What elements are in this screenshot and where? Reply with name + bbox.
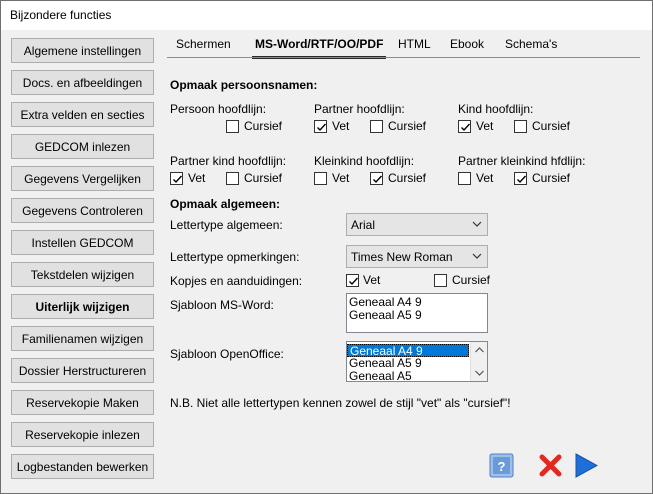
window-title: Bijzondere functies: [10, 8, 112, 22]
nav-button-gegevens-controleren[interactable]: Gegevens Controleren: [11, 198, 154, 223]
list-item[interactable]: Geneaal A5: [347, 370, 487, 382]
tab-divider: [167, 57, 640, 58]
checkbox-partner-cursief[interactable]: [370, 120, 383, 133]
checkbox-kleinkind-cursief[interactable]: [370, 172, 383, 185]
checkbox-label-cursief: Cursief: [244, 119, 283, 133]
select-font-general[interactable]: Arial: [346, 213, 488, 236]
checkbox-headings-vet[interactable]: [346, 274, 359, 287]
chevron-down-icon: [472, 253, 482, 259]
scrollbar[interactable]: [470, 342, 487, 381]
checkbox-label-cursief: Cursief: [244, 171, 283, 185]
dialog-window: Bijzondere functies Algemene instellinge…: [0, 0, 653, 494]
label-partner-hoofdlijn: Partner hoofdlijn:: [314, 102, 405, 116]
chevron-down-icon: [472, 221, 482, 227]
close-icon: [539, 454, 562, 477]
cancel-button[interactable]: [538, 453, 563, 478]
label-kleinkind-hoofdlijn: Kleinkind hoofdlijn:: [314, 154, 415, 168]
scroll-down-icon[interactable]: [475, 370, 484, 376]
nav-button-extra-velden[interactable]: Extra velden en secties: [11, 102, 154, 127]
title-bar[interactable]: Bijzondere functies: [1, 1, 652, 30]
checkbox-kleinkind-vet[interactable]: [314, 172, 327, 185]
label-persoon-hoofdlijn: Persoon hoofdlijn:: [170, 102, 267, 116]
list-template-oo[interactable]: Geneaal A4 9 Geneaal A5 9 Geneaal A5: [346, 341, 488, 382]
checkbox-partner-kind-vet[interactable]: [170, 172, 183, 185]
nav-button-gegevens-vergelijken[interactable]: Gegevens Vergelijken: [11, 166, 154, 191]
select-font-notes-value: Times New Roman: [351, 250, 453, 264]
select-font-notes[interactable]: Times New Roman: [346, 245, 488, 268]
checkbox-label-vet: Vet: [188, 171, 206, 185]
general-heading: Opmaak algemeen:: [170, 197, 281, 211]
tab-ebook[interactable]: Ebook: [450, 37, 484, 59]
checkbox-label-cursief: Cursief: [388, 119, 427, 133]
svg-text:?: ?: [498, 459, 506, 474]
nav-button-tekstdelen-wijzigen[interactable]: Tekstdelen wijzigen: [11, 262, 154, 287]
nav-button-algemene-instellingen[interactable]: Algemene instellingen: [11, 38, 154, 63]
play-arrow-icon: [575, 453, 599, 478]
label-font-notes: Lettertype opmerkingen:: [170, 250, 300, 264]
checkbox-headings-cursief[interactable]: [434, 274, 447, 287]
help-button[interactable]: ?: [489, 453, 514, 478]
checkbox-partner-kind-cursief[interactable]: [226, 172, 239, 185]
nav-button-gedcom-inlezen[interactable]: GEDCOM inlezen: [11, 134, 154, 159]
nav-button-instellen-gedcom[interactable]: Instellen GEDCOM: [11, 230, 154, 255]
checkbox-partner-vet[interactable]: [314, 120, 327, 133]
checkbox-label-vet: Vet: [476, 119, 494, 133]
checkbox-label-cursief: Cursief: [452, 273, 491, 287]
tab-schermen[interactable]: Schermen: [176, 37, 231, 59]
nav-button-reservekopie-inlezen[interactable]: Reservekopie inlezen: [11, 422, 154, 447]
confirm-button[interactable]: [573, 453, 599, 478]
help-icon: ?: [489, 453, 514, 478]
checkbox-label-vet: Vet: [363, 273, 381, 287]
checkbox-label-cursief: Cursief: [388, 171, 427, 185]
select-font-general-value: Arial: [351, 218, 376, 232]
checkbox-partner-kleinkind-vet[interactable]: [458, 172, 471, 185]
nav-button-reservekopie-maken[interactable]: Reservekopie Maken: [11, 390, 154, 415]
list-template-word[interactable]: Geneaal A4 9 Geneaal A5 9: [346, 293, 488, 333]
label-headings: Kopjes en aanduidingen:: [170, 274, 303, 288]
label-template-word: Sjabloon MS-Word:: [170, 298, 274, 312]
label-template-oo: Sjabloon OpenOffice:: [170, 347, 284, 361]
nav-button-familienamen-wijzigen[interactable]: Familienamen wijzigen: [11, 326, 154, 351]
checkbox-label-cursief: Cursief: [532, 171, 571, 185]
list-item[interactable]: Geneaal A5 9: [347, 309, 487, 322]
nav-button-docs-afbeeldingen[interactable]: Docs. en afbeeldingen: [11, 70, 154, 95]
tab-ms-word[interactable]: MS-Word/RTF/OO/PDF: [252, 37, 387, 59]
checkbox-label-vet: Vet: [332, 171, 350, 185]
checkbox-kind-cursief[interactable]: [514, 120, 527, 133]
note-text: N.B. Niet alle lettertypen kennen zowel …: [170, 396, 511, 410]
checkbox-partner-kleinkind-cursief[interactable]: [514, 172, 527, 185]
checkbox-persoon-cursief[interactable]: [226, 120, 239, 133]
scroll-up-icon[interactable]: [475, 347, 484, 353]
nav-button-logbestanden-bewerken[interactable]: Logbestanden bewerken: [11, 454, 154, 479]
checkbox-kind-vet[interactable]: [458, 120, 471, 133]
nav-button-uiterlijk-wijzigen[interactable]: Uiterlijk wijzigen: [11, 294, 154, 319]
tab-schemas[interactable]: Schema's: [505, 37, 557, 59]
checkbox-label-vet: Vet: [332, 119, 350, 133]
checkbox-label-vet: Vet: [476, 171, 494, 185]
label-kind-hoofdlijn: Kind hoofdlijn:: [458, 102, 534, 116]
names-heading: Opmaak persoonsnamen:: [170, 78, 318, 92]
label-partner-kleinkind-hfdlijn: Partner kleinkind hfdlijn:: [458, 154, 586, 168]
label-font-general: Lettertype algemeen:: [170, 218, 283, 232]
checkbox-label-cursief: Cursief: [532, 119, 571, 133]
tab-html[interactable]: HTML: [398, 37, 431, 59]
nav-button-dossier-herstructureren[interactable]: Dossier Herstructureren: [11, 358, 154, 383]
label-partner-kind-hoofdlijn: Partner kind hoofdlijn:: [170, 154, 287, 168]
